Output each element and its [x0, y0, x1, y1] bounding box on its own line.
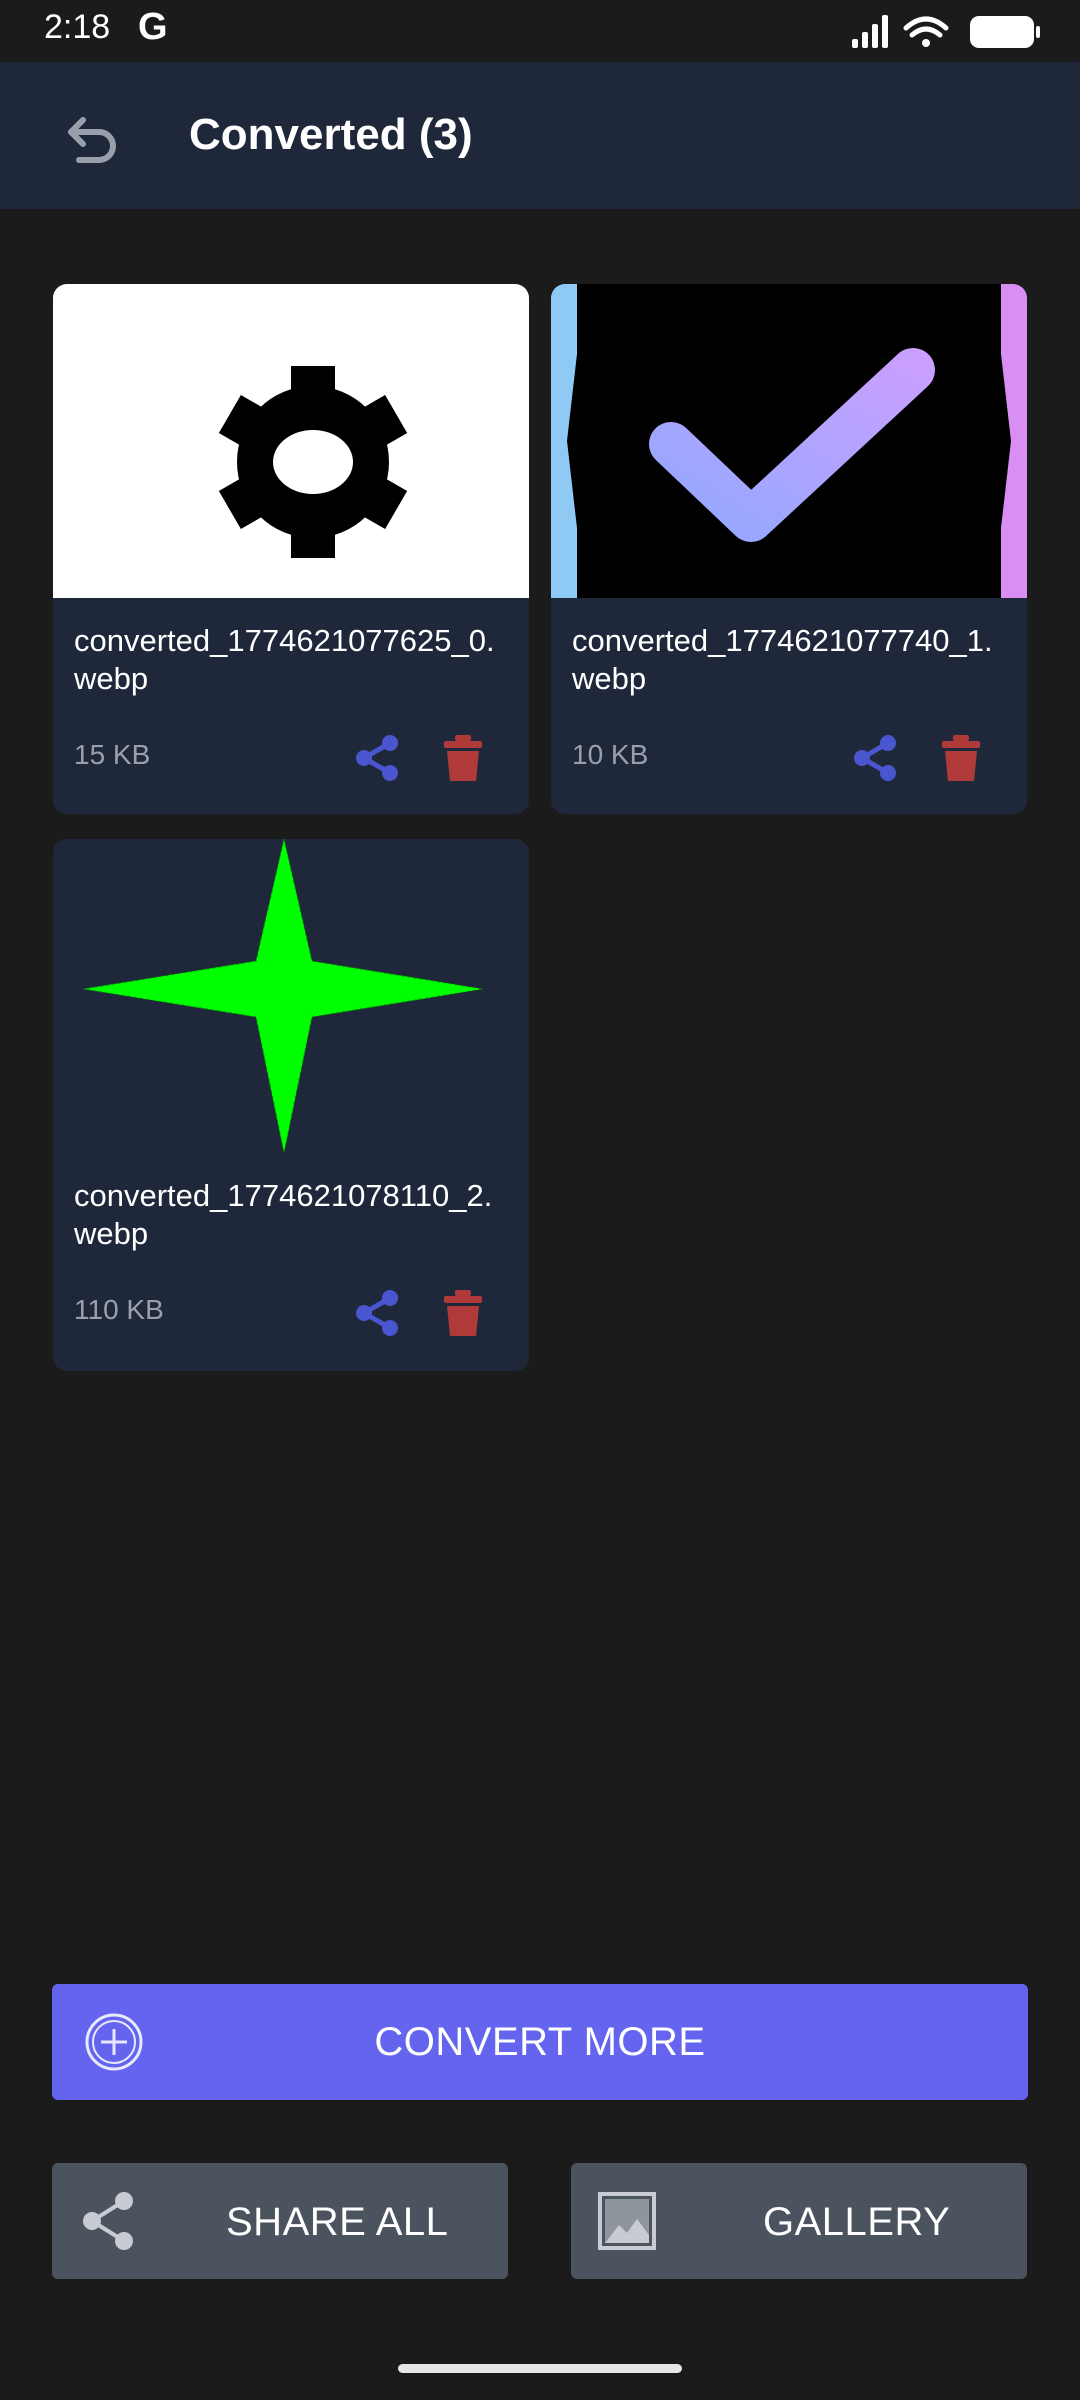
file-size: 110 KB [74, 1294, 164, 1325]
undo-arrow-icon [68, 117, 116, 163]
checkmark-thumbnail [551, 284, 1027, 598]
signal-icon [852, 15, 888, 48]
file-card[interactable]: converted_1774621077625_0.webp 15 KB [53, 284, 529, 814]
file-name: converted_1774621078110_2.webp [74, 1178, 493, 1251]
delete-button[interactable] [931, 728, 991, 788]
file-card[interactable]: converted_1774621077740_1.webp 10 KB [551, 284, 1027, 814]
battery-icon [970, 16, 1040, 48]
delete-button[interactable] [433, 1283, 493, 1343]
file-size: 15 KB [74, 739, 151, 770]
status-bar: 2:18 G [0, 0, 1080, 62]
file-name: converted_1774621077740_1.webp [572, 623, 993, 696]
home-indicator[interactable] [398, 2364, 682, 2373]
image-icon [598, 2192, 656, 2250]
share-icon [356, 735, 398, 781]
delete-button[interactable] [433, 728, 493, 788]
share-icon [83, 2192, 133, 2250]
share-icon [854, 735, 896, 781]
share-icon [356, 1290, 398, 1336]
trash-icon [444, 735, 482, 781]
convert-more-button[interactable]: CONVERT MORE [52, 1984, 1028, 2100]
gallery-button[interactable]: GALLERY [571, 2163, 1027, 2279]
back-button[interactable] [56, 102, 130, 176]
file-card[interactable]: converted_1774621078110_2.webp 110 KB [53, 839, 529, 1371]
google-logo: G [138, 6, 168, 48]
green-star-thumbnail [53, 839, 529, 1153]
share-all-button[interactable]: SHARE ALL [52, 2163, 508, 2279]
gear-thumbnail [53, 284, 529, 598]
wifi-icon [903, 16, 949, 47]
convert-more-label: CONVERT MORE [374, 2020, 706, 2064]
file-name: converted_1774621077625_0.webp [74, 623, 495, 696]
trash-icon [942, 735, 980, 781]
share-button[interactable] [347, 1283, 407, 1343]
status-icons [852, 15, 1040, 48]
page-title: Converted (3) [189, 110, 473, 159]
share-button[interactable] [845, 728, 905, 788]
gallery-label: GALLERY [763, 2200, 951, 2244]
trash-icon [444, 1290, 482, 1336]
share-button[interactable] [347, 728, 407, 788]
app-bar: Converted (3) [0, 62, 1080, 209]
file-size: 10 KB [572, 739, 649, 770]
status-time: 2:18 [44, 8, 111, 46]
share-all-label: SHARE ALL [226, 2200, 449, 2244]
